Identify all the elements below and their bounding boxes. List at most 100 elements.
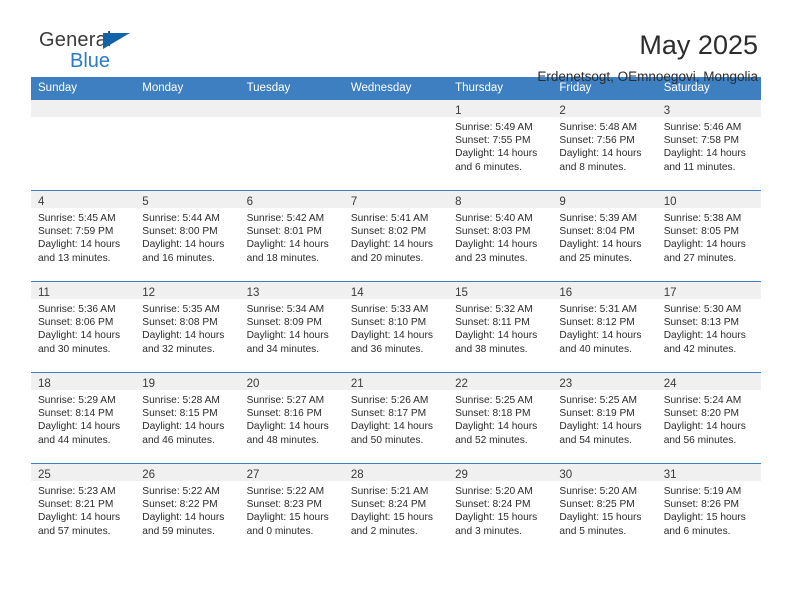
sunset-time: Sunset: 8:23 PM xyxy=(246,499,322,511)
day-number: 31 xyxy=(663,469,677,481)
calendar-day-cell[interactable]: 21 Sunrise: 5:26 AM Sunset: 8:17 PM Dayligh… xyxy=(343,372,449,464)
sunrise-time: Sunrise: 5:42 AM xyxy=(246,213,325,224)
daylight-duration-line1: Daylight: 14 hours xyxy=(350,239,433,251)
sunrise-time: Sunrise: 5:38 AM xyxy=(663,213,742,224)
calendar-day-cell[interactable]: 8 Sunrise: 5:40 AM Sunset: 8:03 PM Daylight… xyxy=(448,190,553,282)
calendar-day-cell[interactable]: 19 Sunrise: 5:28 AM Sunset: 8:15 PM Dayligh… xyxy=(135,372,240,464)
calendar-day-cell[interactable]: 12 Sunrise: 5:35 AM Sunset: 8:08 PM Dayligh… xyxy=(135,281,240,373)
day-cell-content: 12 Sunrise: 5:35 AM Sunset: 8:08 PM Dayligh… xyxy=(135,282,240,372)
day-number: 24 xyxy=(663,378,677,390)
day-details: Sunrise: 5:35 AM Sunset: 8:08 PM Daylight:… xyxy=(135,299,239,356)
daylight-duration-line2: and 20 minutes. xyxy=(350,252,424,264)
calendar-day-cell[interactable]: 7 Sunrise: 5:41 AM Sunset: 8:02 PM Daylight… xyxy=(343,190,449,282)
sunset-time: Sunset: 8:15 PM xyxy=(142,408,218,420)
calendar-day-cell[interactable]: 30 Sunrise: 5:20 AM Sunset: 8:25 PM Dayligh… xyxy=(552,463,657,554)
calendar-day-cell[interactable]: 23 Sunrise: 5:25 AM Sunset: 8:19 PM Dayligh… xyxy=(552,372,657,464)
sunset-time: Sunset: 7:55 PM xyxy=(455,135,531,147)
calendar-day-cell[interactable]: 13 Sunrise: 5:34 AM Sunset: 8:09 PM Dayligh… xyxy=(239,281,344,373)
day-cell-content: 23 Sunrise: 5:25 AM Sunset: 8:19 PM Dayligh… xyxy=(552,373,657,463)
day-number: 5 xyxy=(142,196,149,208)
calendar-day-cell[interactable]: 4 Sunrise: 5:45 AM Sunset: 7:59 PM Daylight… xyxy=(31,190,136,282)
sunrise-time: Sunrise: 5:19 AM xyxy=(663,486,742,497)
daylight-duration-line1: Daylight: 15 hours xyxy=(663,512,746,524)
day-number: 3 xyxy=(663,105,671,117)
page-header: General Blue May 2025 Erdenetsogt, OEmno… xyxy=(31,0,761,84)
calendar-day-cell[interactable] xyxy=(135,100,240,191)
calendar-day-cell[interactable]: 5 Sunrise: 5:44 AM Sunset: 8:00 PM Daylight… xyxy=(135,190,240,282)
calendar-day-cell[interactable] xyxy=(239,100,344,191)
day-details: Sunrise: 5:33 AM Sunset: 8:10 PM Daylight:… xyxy=(344,299,448,356)
sunrise-time: Sunrise: 5:27 AM xyxy=(246,395,325,406)
daylight-duration-line2: and 56 minutes. xyxy=(663,434,737,446)
day-number-band: 27 xyxy=(239,464,344,481)
daylight-duration-line2: and 32 minutes. xyxy=(142,343,215,355)
day-number-band: 7 xyxy=(343,191,449,208)
day-number: 28 xyxy=(350,469,364,481)
calendar-day-cell[interactable]: 3 Sunrise: 5:46 AM Sunset: 7:58 PM Daylight… xyxy=(656,100,761,191)
calendar-day-cell[interactable]: 28 Sunrise: 5:21 AM Sunset: 8:24 PM Dayligh… xyxy=(343,463,449,554)
day-cell-content: 9 Sunrise: 5:39 AM Sunset: 8:04 PM Daylight… xyxy=(552,191,657,281)
calendar-day-cell[interactable]: 15 Sunrise: 5:32 AM Sunset: 8:11 PM Dayligh… xyxy=(448,281,553,373)
sunset-time: Sunset: 8:12 PM xyxy=(559,317,635,329)
day-cell-content: 7 Sunrise: 5:41 AM Sunset: 8:02 PM Daylight… xyxy=(343,191,449,281)
calendar-day-cell[interactable]: 17 Sunrise: 5:30 AM Sunset: 8:13 PM Dayligh… xyxy=(656,281,761,373)
calendar-day-cell[interactable]: 26 Sunrise: 5:22 AM Sunset: 8:22 PM Dayligh… xyxy=(135,463,240,554)
day-cell-content: 3 Sunrise: 5:46 AM Sunset: 7:58 PM Daylight… xyxy=(656,100,761,190)
calendar-day-cell[interactable]: 20 Sunrise: 5:27 AM Sunset: 8:16 PM Dayligh… xyxy=(239,372,344,464)
calendar-day-cell[interactable]: 25 Sunrise: 5:23 AM Sunset: 8:21 PM Dayligh… xyxy=(31,463,136,554)
daylight-duration-line2: and 6 minutes. xyxy=(455,161,522,173)
page-title: May 2025 xyxy=(639,30,758,60)
calendar-day-cell[interactable]: 11 Sunrise: 5:36 AM Sunset: 8:06 PM Dayligh… xyxy=(31,281,136,373)
day-details: Sunrise: 5:24 AM Sunset: 8:20 PM Daylight:… xyxy=(657,390,761,447)
day-number-band: 25 xyxy=(31,464,136,481)
day-number-band: 29 xyxy=(448,464,553,481)
sunset-time: Sunset: 8:09 PM xyxy=(246,317,322,329)
daylight-duration-line2: and 50 minutes. xyxy=(350,434,424,446)
weekday-header-sunday: Sunday xyxy=(31,77,136,100)
calendar-day-cell[interactable]: 22 Sunrise: 5:25 AM Sunset: 8:18 PM Dayligh… xyxy=(448,372,553,464)
sunset-time: Sunset: 8:13 PM xyxy=(663,317,740,329)
calendar-day-cell[interactable]: 14 Sunrise: 5:33 AM Sunset: 8:10 PM Dayligh… xyxy=(343,281,449,373)
weekday-header-wednesday: Wednesday xyxy=(343,77,449,100)
calendar-day-cell[interactable]: 29 Sunrise: 5:20 AM Sunset: 8:24 PM Dayligh… xyxy=(448,463,553,554)
day-cell-content: 14 Sunrise: 5:33 AM Sunset: 8:10 PM Dayligh… xyxy=(343,282,449,372)
day-number: 25 xyxy=(38,469,51,481)
sunrise-time: Sunrise: 5:22 AM xyxy=(246,486,325,497)
calendar-day-cell[interactable]: 1 Sunrise: 5:49 AM Sunset: 7:55 PM Daylight… xyxy=(448,100,553,191)
day-cell-content: 26 Sunrise: 5:22 AM Sunset: 8:22 PM Dayligh… xyxy=(135,464,240,554)
sunrise-time: Sunrise: 5:30 AM xyxy=(663,304,742,315)
sunrise-time: Sunrise: 5:49 AM xyxy=(455,122,533,133)
day-cell-content: 5 Sunrise: 5:44 AM Sunset: 8:00 PM Daylight… xyxy=(135,191,240,281)
calendar-day-cell[interactable]: 18 Sunrise: 5:29 AM Sunset: 8:14 PM Dayligh… xyxy=(31,372,136,464)
calendar-day-cell[interactable]: 6 Sunrise: 5:42 AM Sunset: 8:01 PM Daylight… xyxy=(239,190,344,282)
sunrise-time: Sunrise: 5:26 AM xyxy=(350,395,429,406)
daylight-duration-line2: and 3 minutes. xyxy=(455,525,522,537)
calendar-day-cell[interactable] xyxy=(31,100,136,191)
day-details: Sunrise: 5:19 AM Sunset: 8:26 PM Daylight:… xyxy=(657,481,761,538)
daylight-duration-line1: Daylight: 14 hours xyxy=(559,239,642,251)
day-number-band: 9 xyxy=(552,191,657,208)
calendar-day-cell[interactable]: 16 Sunrise: 5:31 AM Sunset: 8:12 PM Dayligh… xyxy=(552,281,657,373)
calendar-day-cell[interactable]: 24 Sunrise: 5:24 AM Sunset: 8:20 PM Dayligh… xyxy=(656,372,761,464)
weekday-header-tuesday: Tuesday xyxy=(239,77,344,100)
daylight-duration-line1: Daylight: 14 hours xyxy=(142,512,225,524)
day-details: Sunrise: 5:22 AM Sunset: 8:22 PM Daylight:… xyxy=(135,481,239,538)
daylight-duration-line1: Daylight: 14 hours xyxy=(663,421,746,433)
day-number-band: 19 xyxy=(135,373,240,390)
day-number-band: 26 xyxy=(135,464,240,481)
day-number: 30 xyxy=(559,469,573,481)
calendar-day-cell[interactable]: 27 Sunrise: 5:22 AM Sunset: 8:23 PM Dayligh… xyxy=(239,463,344,554)
calendar-day-cell[interactable]: 9 Sunrise: 5:39 AM Sunset: 8:04 PM Daylight… xyxy=(552,190,657,282)
sunset-time: Sunset: 8:20 PM xyxy=(663,408,740,420)
calendar-day-cell[interactable]: 2 Sunrise: 5:48 AM Sunset: 7:56 PM Daylight… xyxy=(552,100,657,191)
calendar-day-cell[interactable]: 10 Sunrise: 5:38 AM Sunset: 8:05 PM Dayligh… xyxy=(656,190,761,282)
calendar-day-cell[interactable] xyxy=(343,100,449,191)
title-block: May 2025 Erdenetsogt, OEmnoegovi, Mongol… xyxy=(537,30,761,85)
calendar-day-cell[interactable]: 31 Sunrise: 5:19 AM Sunset: 8:26 PM Dayligh… xyxy=(656,463,761,554)
day-number-band: 8 xyxy=(448,191,553,208)
daylight-duration-line1: Daylight: 15 hours xyxy=(246,512,329,524)
day-cell-content: 20 Sunrise: 5:27 AM Sunset: 8:16 PM Dayligh… xyxy=(239,373,344,463)
day-number-band xyxy=(31,100,136,117)
triangle-icon xyxy=(103,33,130,49)
general-blue-logo[interactable]: General Blue xyxy=(31,30,143,78)
